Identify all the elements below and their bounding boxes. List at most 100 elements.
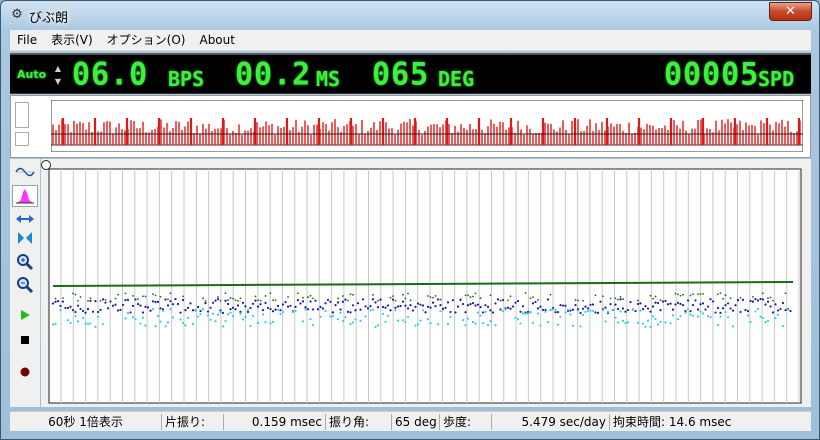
menu-file[interactable]: File [10, 30, 44, 51]
green-point [507, 299, 509, 302]
green-point [689, 294, 692, 297]
green-point [637, 299, 639, 302]
blue-point [104, 301, 107, 304]
blue-point [151, 300, 155, 303]
cyan-point [74, 315, 77, 318]
cyan-point [654, 317, 657, 321]
blue-point [89, 299, 92, 302]
green-point [302, 296, 304, 299]
blue-point [664, 299, 667, 303]
green-point [154, 294, 157, 297]
deg-unit: DEG [438, 67, 475, 91]
blue-point [594, 311, 597, 314]
blue-point [309, 300, 312, 303]
blue-point [644, 305, 647, 308]
green-point [217, 296, 219, 298]
blue-point [326, 298, 330, 302]
blue-point [586, 307, 590, 310]
blue-point [266, 306, 270, 310]
auto-spinner[interactable]: ▲ ▼ [53, 62, 63, 88]
overview-strip[interactable] [10, 95, 811, 158]
blue-point [454, 311, 457, 314]
cyan-point [591, 309, 595, 313]
record-button[interactable] [12, 361, 38, 383]
green-point [167, 298, 169, 301]
cyan-point [621, 319, 625, 323]
cyan-point [786, 308, 790, 311]
cyan-point [659, 320, 662, 323]
close-button[interactable]: ✕ [769, 2, 812, 21]
overview-toggle[interactable] [15, 102, 29, 128]
blue-point [651, 305, 655, 308]
menu-view[interactable]: 表示(V) [44, 30, 100, 51]
zoom-in-tool[interactable] [12, 251, 38, 273]
menu-about[interactable]: About [192, 30, 241, 51]
spinner-down-icon[interactable]: ▼ [53, 75, 63, 88]
green-point [769, 296, 772, 299]
blue-point [56, 300, 60, 303]
blue-point [744, 308, 747, 312]
green-point [719, 292, 722, 295]
blue-point [179, 311, 182, 314]
green-point [699, 293, 702, 295]
cyan-point [559, 315, 562, 318]
menu-options[interactable]: オプション(O) [100, 30, 193, 51]
plot-origin-handle[interactable] [41, 160, 51, 170]
green-point [372, 293, 374, 296]
blue-point [424, 311, 427, 314]
cyan-point [309, 318, 312, 321]
blue-point [129, 311, 132, 314]
play-button[interactable] [12, 304, 38, 326]
zoom-out-tool[interactable] [12, 274, 38, 296]
green-point [474, 292, 477, 295]
green-point [717, 293, 719, 296]
cyan-point [271, 321, 275, 324]
cyan-point [51, 323, 55, 326]
cyan-point [529, 311, 532, 314]
cyan-point [144, 324, 147, 327]
blue-point [686, 299, 690, 302]
green-point [674, 292, 677, 295]
green-point [297, 292, 299, 295]
blue-point [51, 302, 55, 305]
blue-point [334, 303, 337, 307]
cyan-point [679, 314, 682, 318]
timing-plot[interactable] [41, 159, 811, 407]
cyan-point [644, 325, 647, 328]
blue-point [314, 299, 317, 302]
blue-point [236, 304, 240, 307]
blue-point [679, 302, 682, 305]
blue-point [154, 300, 157, 304]
cyan-point [386, 314, 390, 317]
blue-point [79, 307, 82, 311]
cyan-point [269, 322, 272, 325]
spinner-up-icon[interactable]: ▲ [53, 62, 63, 75]
blue-point [231, 306, 235, 309]
blue-point [64, 306, 67, 310]
shrink-tool[interactable] [12, 227, 38, 249]
histogram-icon [16, 189, 34, 204]
green-point [582, 299, 584, 302]
cyan-point [479, 314, 482, 317]
stop-button[interactable] [12, 329, 38, 351]
cyan-point [481, 322, 485, 325]
cyan-point [706, 314, 710, 318]
cyan-point [419, 319, 422, 322]
blue-point [489, 309, 492, 312]
blue-point [229, 308, 232, 311]
cyan-point [276, 308, 280, 311]
histogram-tool[interactable] [12, 185, 38, 207]
green-point [117, 293, 119, 296]
cyan-point [731, 325, 735, 328]
green-point [254, 295, 257, 298]
overview-checkbox[interactable] [15, 132, 29, 146]
blue-point [139, 304, 142, 307]
blue-point [91, 310, 95, 313]
blue-point [159, 307, 162, 310]
blue-point [311, 308, 315, 311]
cyan-point [59, 309, 62, 312]
blue-point [739, 310, 742, 314]
blue-point [431, 301, 435, 304]
waveform-tool[interactable] [12, 161, 38, 183]
title-bar[interactable]: ⚙ びぶ朗 ✕ [1, 1, 819, 29]
